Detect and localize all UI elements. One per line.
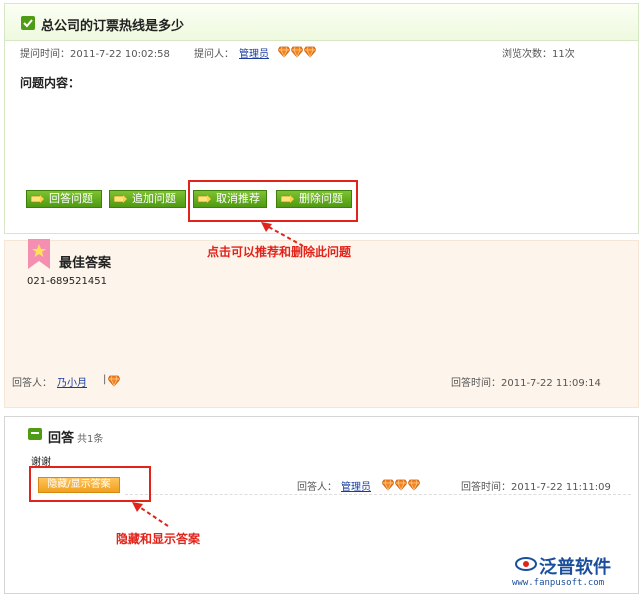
annotation-hide-show: 隐藏和显示答案 xyxy=(116,532,201,546)
asker-label: 提问人： xyxy=(194,49,234,60)
answer-text: 谢谢 xyxy=(31,457,51,468)
speech-bubble-icon xyxy=(28,428,42,440)
answerer-name-link[interactable]: 管理员 xyxy=(341,478,371,493)
best-answer-panel: 最佳答案 021-689521451 回答人： 乃小月 | 回答时间：2011-… xyxy=(4,239,639,408)
answerer-label: 回答人： xyxy=(297,482,337,493)
separator: | xyxy=(103,374,107,385)
gem-icon xyxy=(278,46,290,58)
asker-name-link[interactable]: 管理员 xyxy=(239,45,269,60)
answer-question-button[interactable]: 回答问题 xyxy=(26,190,102,208)
logo-url: www.fanpusoft.com xyxy=(512,578,605,588)
gem-icon xyxy=(291,46,303,58)
ribbon-icon xyxy=(28,239,50,269)
logo-name: 泛普软件 xyxy=(539,557,611,578)
best-answer-title: 最佳答案 xyxy=(59,256,112,271)
logo-icon xyxy=(515,557,537,571)
pencil-icon xyxy=(114,195,127,203)
question-title: 总公司的订票热线是多少 xyxy=(41,19,185,34)
question-header: 总公司的订票热线是多少 xyxy=(5,4,638,41)
pencil-icon xyxy=(281,195,294,203)
answer-time: 回答时间：2011-7-22 11:11:09 xyxy=(461,482,611,493)
ask-time: 提问时间：2011-7-22 10:02:58 xyxy=(20,49,170,60)
gem-icon xyxy=(408,479,420,491)
asker-rank-gems xyxy=(278,45,317,58)
best-answerer-name-link[interactable]: 乃小月 xyxy=(57,374,87,389)
annotation-arrow-2 xyxy=(132,502,169,527)
best-answer-text: 021-689521451 xyxy=(27,276,107,287)
hide-show-answer-button[interactable]: 隐藏/显示答案 xyxy=(38,477,120,493)
answerer-rank-gems xyxy=(382,478,421,491)
annotation-recommend-delete: 点击可以推荐和删除此问题 xyxy=(207,245,352,259)
gem-icon xyxy=(304,46,316,58)
question-content-label: 问题内容： xyxy=(20,76,81,90)
answers-title: 回答 xyxy=(48,431,75,446)
gem-icon xyxy=(395,479,407,491)
gem-icon xyxy=(108,375,120,387)
divider xyxy=(125,494,631,495)
follow-up-question-button[interactable]: 追加问题 xyxy=(109,190,186,208)
best-answer-time: 回答时间：2011-7-22 11:09:14 xyxy=(451,378,601,389)
delete-question-button[interactable]: 删除问题 xyxy=(276,190,352,208)
check-icon xyxy=(21,16,35,30)
cancel-recommend-button[interactable]: 取消推荐 xyxy=(193,190,267,208)
question-panel: 总公司的订票热线是多少 提问时间：2011-7-22 10:02:58 提问人：… xyxy=(4,3,639,234)
best-answerer-rank-gems xyxy=(108,374,121,387)
pencil-icon xyxy=(198,195,211,203)
answers-count: 共1条 xyxy=(77,434,104,445)
gem-icon xyxy=(382,479,394,491)
view-count: 浏览次数：11次 xyxy=(502,49,575,60)
pencil-icon xyxy=(31,195,44,203)
best-answerer-label: 回答人： xyxy=(12,378,52,389)
